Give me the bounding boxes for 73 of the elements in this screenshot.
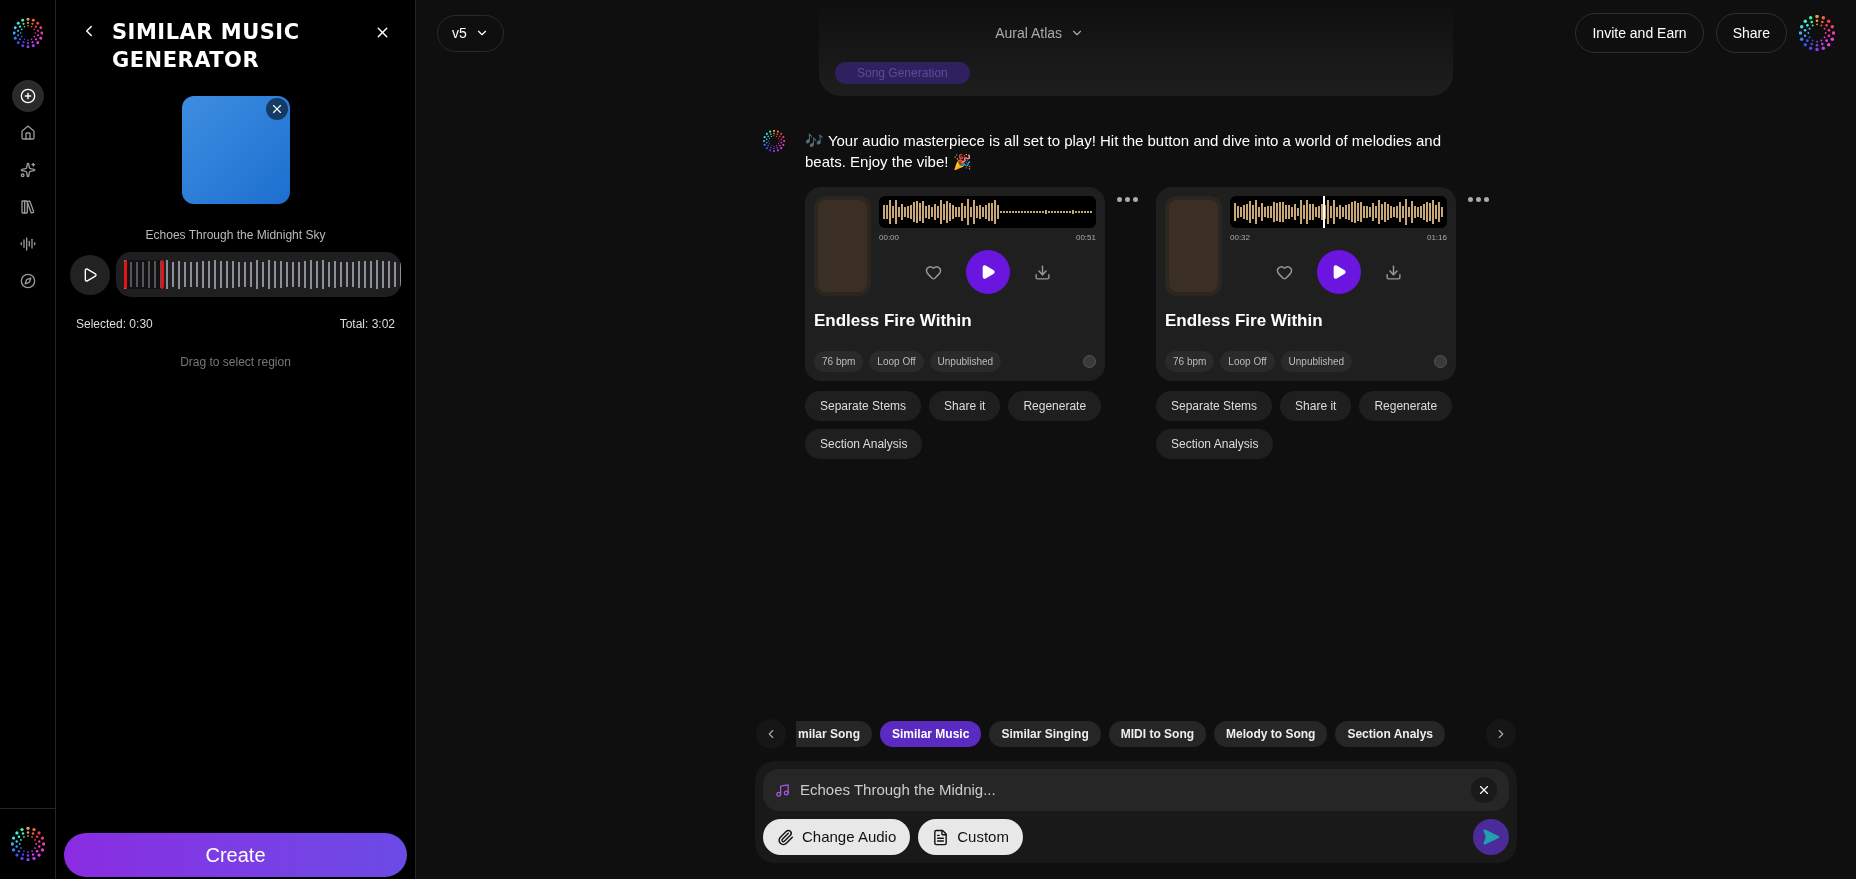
composer-button[interactable]: Custom xyxy=(918,819,1023,855)
start-time: 00:00 xyxy=(879,232,900,244)
remove-button[interactable] xyxy=(265,98,288,120)
sparkles-icon xyxy=(19,162,36,178)
more-options-icon[interactable] xyxy=(1468,197,1489,202)
song-name: Echoes Through the Midnight Sky xyxy=(144,227,327,244)
mode-tab[interactable]: MIDI to Song xyxy=(1108,721,1207,747)
close-icon xyxy=(1477,783,1491,797)
selection-region[interactable] xyxy=(124,260,164,289)
play-button[interactable] xyxy=(1316,250,1361,294)
action-chip[interactable]: Share it xyxy=(929,391,1001,421)
tag: 76 bpm xyxy=(814,351,864,372)
waveform-icon xyxy=(19,236,36,252)
mode-tab[interactable]: Similar Singing xyxy=(989,721,1101,747)
action-chip[interactable]: Regenerate xyxy=(1008,391,1102,421)
tag: 76 bpm xyxy=(1165,351,1215,372)
project-dropdown[interactable]: Aural Atlas xyxy=(995,22,1085,44)
plus-circle-icon xyxy=(19,88,36,104)
play-button[interactable] xyxy=(965,250,1010,294)
document-icon xyxy=(932,828,950,846)
assistant-message: 🎶 Your audio masterpiece is all set to play! Hit the button and dive into a world of melodies and beats. Enjoy the vibe! 🎉 xyxy=(805,131,1443,172)
mode-chip: Song Generation xyxy=(835,62,970,84)
heart-icon[interactable] xyxy=(1275,263,1293,281)
download-icon[interactable] xyxy=(1033,263,1051,281)
waveform-track[interactable] xyxy=(116,252,401,297)
song-title: Endless Fire Within xyxy=(1165,310,1324,332)
more-options-icon[interactable] xyxy=(1117,197,1138,202)
tag: Unpublished xyxy=(1280,351,1353,372)
create-button[interactable]: Create xyxy=(64,833,407,877)
send-icon xyxy=(1482,828,1500,846)
selected-duration: Selected: 0:30 xyxy=(76,316,153,333)
library-icon xyxy=(19,199,36,215)
avatar-icon xyxy=(1799,15,1835,51)
playhead[interactable] xyxy=(1323,196,1326,228)
end-time: 01:16 xyxy=(1426,232,1447,244)
action-chip[interactable]: Share it xyxy=(1280,391,1352,421)
plus-circle-nav-button[interactable] xyxy=(11,80,44,112)
audio-input-field[interactable]: Echoes Through the Midnig... xyxy=(763,769,1509,811)
assistant-avatar-icon xyxy=(763,130,785,152)
action-chip[interactable]: Regenerate xyxy=(1359,391,1453,421)
download-icon[interactable] xyxy=(1384,263,1402,281)
heart-icon[interactable] xyxy=(924,263,942,281)
action-chip[interactable]: Section Analysis xyxy=(805,429,923,459)
action-chip[interactable]: Separate Stems xyxy=(1156,391,1273,421)
music-note-icon xyxy=(775,782,790,798)
end-time: 00:51 xyxy=(1075,232,1096,244)
panel-title: SIMILAR MUSIC GENERATOR xyxy=(112,19,301,74)
play-button[interactable] xyxy=(70,254,110,295)
tag: Loop Off xyxy=(1220,351,1275,372)
song-title: Endless Fire Within xyxy=(814,310,973,332)
total-duration: Total: 3:02 xyxy=(339,316,395,333)
tag: Loop Off xyxy=(869,351,924,372)
logo-icon xyxy=(12,18,43,48)
paperclip-icon xyxy=(777,828,794,846)
action-chip[interactable]: Separate Stems xyxy=(805,391,922,421)
input-value: Echoes Through the Midnig... xyxy=(800,779,996,800)
clear-button[interactable] xyxy=(1471,777,1497,803)
mode-tab[interactable]: Melody to Song xyxy=(1214,721,1328,747)
composer-button[interactable]: Change Audio xyxy=(763,819,911,855)
start-time: 00:32 xyxy=(1230,232,1251,244)
home-icon xyxy=(19,125,36,141)
mode-tab[interactable]: milar Song xyxy=(796,721,872,747)
play-icon xyxy=(82,266,98,283)
mode-tab[interactable]: Similar Music xyxy=(880,721,982,747)
waveform-drawing[interactable] xyxy=(879,196,1096,228)
waveform-drawing[interactable] xyxy=(1230,196,1447,228)
send-button[interactable] xyxy=(1473,819,1509,855)
hint-text: Drag to select region xyxy=(179,354,292,371)
mode-tab[interactable]: Section Analys xyxy=(1335,721,1445,747)
sun-logo-icon xyxy=(10,827,45,861)
action-chip[interactable]: Section Analysis xyxy=(1156,429,1274,459)
compass-icon xyxy=(19,273,36,289)
tag: Unpublished xyxy=(929,351,1002,372)
